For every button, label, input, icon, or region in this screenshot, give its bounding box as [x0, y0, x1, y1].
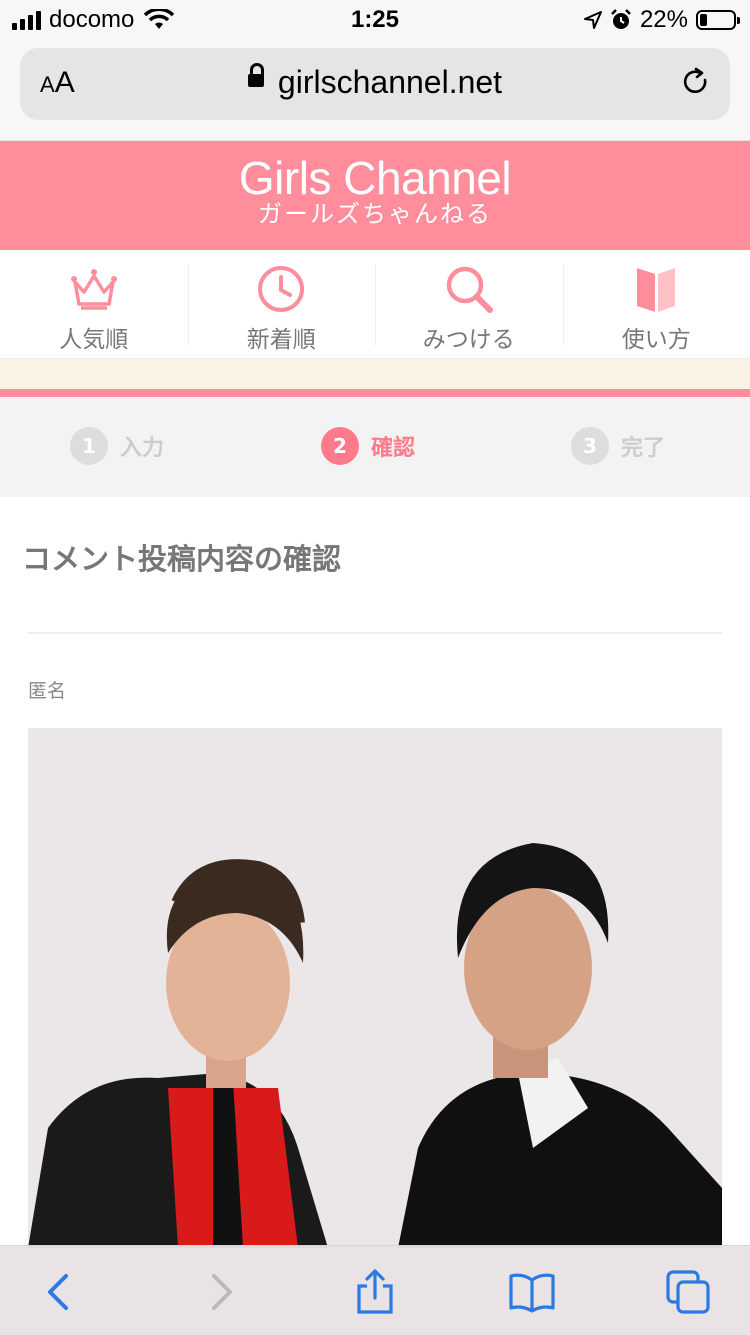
- step-complete: 3 完了: [571, 427, 665, 465]
- nav-item-popular[interactable]: 人気順: [0, 250, 188, 358]
- search-icon: [444, 264, 494, 314]
- nav-label: みつける: [375, 320, 563, 354]
- nav-label: 使い方: [563, 320, 750, 354]
- nav-item-howto[interactable]: 使い方: [563, 250, 750, 358]
- forward-icon[interactable]: [196, 1268, 244, 1316]
- tabs-icon[interactable]: [664, 1268, 712, 1316]
- crown-icon: [69, 264, 119, 314]
- lock-icon: [248, 74, 264, 87]
- back-icon[interactable]: [36, 1268, 84, 1316]
- browser-toolbar: [0, 1245, 750, 1335]
- status-bar: docomo 1:25 22%: [0, 0, 750, 40]
- step-label: 完了: [621, 430, 665, 462]
- browser-top-bar: AA girlschannel.net: [0, 40, 750, 141]
- address-bar[interactable]: AA girlschannel.net: [20, 48, 730, 120]
- step-input: 1 入力: [70, 427, 164, 465]
- accent-line: [0, 389, 750, 397]
- main-nav: 人気順 新着順 みつける 使い方: [0, 250, 750, 359]
- comment-author: 匿名: [28, 676, 66, 703]
- book-icon: [631, 264, 681, 314]
- page-title: コメント投稿内容の確認: [22, 536, 341, 578]
- site-header[interactable]: Girls Channel ガールズちゃんねる: [0, 141, 750, 250]
- clock-icon: [256, 264, 306, 314]
- step-number: 1: [70, 427, 108, 465]
- step-number: 3: [571, 427, 609, 465]
- step-confirm: 2 確認: [321, 427, 415, 465]
- attached-photo: [28, 728, 722, 1248]
- step-indicator: 1 入力 2 確認 3 完了: [0, 397, 750, 497]
- bookmarks-icon[interactable]: [508, 1268, 556, 1316]
- step-label: 確認: [371, 430, 415, 462]
- url-text[interactable]: girlschannel.net: [278, 64, 502, 100]
- divider: [28, 632, 722, 634]
- nav-label: 新着順: [188, 320, 376, 354]
- battery-level: [700, 14, 707, 26]
- notice-band: [0, 359, 750, 389]
- site-logo-subtitle: ガールズちゃんねる: [0, 201, 750, 227]
- alarm-icon: [610, 9, 632, 31]
- nav-item-new[interactable]: 新着順: [188, 250, 376, 358]
- nav-item-find[interactable]: みつける: [375, 250, 563, 358]
- battery-percent: 22%: [640, 6, 688, 34]
- battery-icon: [696, 10, 736, 30]
- nav-label: 人気順: [0, 320, 188, 354]
- step-label: 入力: [120, 430, 164, 462]
- step-number: 2: [321, 427, 359, 465]
- site-logo-title: Girls Channel: [0, 141, 750, 201]
- location-icon: [584, 11, 602, 29]
- share-icon[interactable]: [351, 1268, 399, 1316]
- reload-icon[interactable]: [680, 66, 712, 98]
